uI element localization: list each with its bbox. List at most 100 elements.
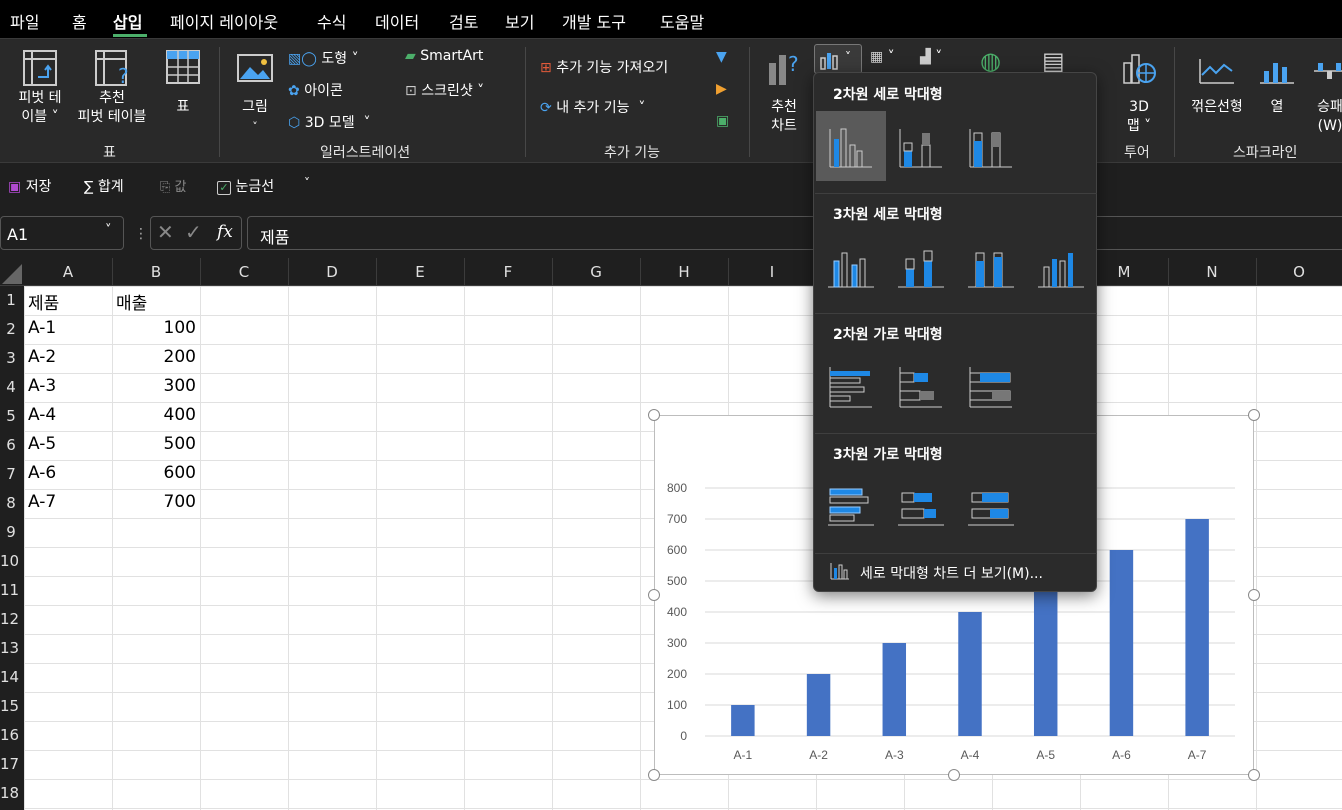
stacked-column-option[interactable] [886, 111, 956, 181]
stacked-bar-option[interactable] [886, 351, 956, 421]
get-addins-button[interactable]: ⊞ 추가 기능 가져오기 [540, 57, 668, 77]
row-header[interactable]: 13 [0, 639, 22, 657]
customize-qat-chevron-icon[interactable]: ˅ [304, 176, 310, 190]
table-button[interactable]: 표 [160, 47, 206, 129]
more-options-icon[interactable]: ⋮ [134, 226, 148, 242]
my-addins-button[interactable]: ⟳ 내 추가 기능 ˅ [540, 97, 645, 117]
cell[interactable]: A-1 [28, 318, 56, 338]
tab-home[interactable]: 홈 [72, 9, 87, 33]
row-header[interactable]: 10 [0, 552, 22, 570]
resize-handle[interactable] [948, 769, 960, 781]
cell[interactable]: A-5 [28, 434, 56, 454]
people-graph-icon[interactable]: ▣ [716, 113, 729, 129]
row-header[interactable]: 9 [0, 523, 22, 541]
recommended-pivot-button[interactable]: ? 추천 피벗 테이블 [70, 47, 154, 129]
3d-stacked-column-option[interactable] [886, 231, 956, 301]
column-header[interactable]: F [464, 263, 552, 281]
autosum-button[interactable]: ∑ 합계 [84, 176, 124, 196]
column-header[interactable]: C [200, 263, 288, 281]
column-header[interactable]: O [1256, 263, 1342, 281]
row-header[interactable]: 8 [0, 494, 22, 512]
row-header[interactable]: 11 [0, 581, 22, 599]
3d-map-button[interactable]: 3D 맵 ˅ [1118, 47, 1160, 134]
pivot-table-button[interactable]: 피벗 테 이블 ˅ [8, 47, 72, 129]
row-header[interactable]: 17 [0, 755, 22, 773]
more-column-charts-link[interactable]: 세로 막대형 차트 더 보기(M)... [860, 563, 1043, 583]
name-box[interactable]: A1 ˅ [0, 216, 124, 250]
tab-developer[interactable]: 개발 도구 [562, 9, 626, 33]
tab-data[interactable]: 데이터 [375, 9, 419, 33]
sparkline-winloss-button[interactable]: 승패 (W) [1310, 47, 1342, 134]
row-header[interactable]: 3 [0, 349, 22, 367]
cell[interactable]: A-2 [28, 347, 56, 367]
resize-handle[interactable] [648, 409, 660, 421]
resize-handle[interactable] [1248, 409, 1260, 421]
cell[interactable]: A-7 [28, 492, 56, 512]
cell[interactable]: A-4 [28, 405, 56, 425]
cell[interactable]: 500 [112, 434, 196, 454]
bing-icon[interactable]: ▶ [716, 81, 727, 97]
3d-column-option[interactable] [1026, 231, 1096, 301]
shapes-button[interactable]: ▧◯ 도형 ˅ [288, 48, 359, 68]
tab-help[interactable]: 도움말 [660, 9, 704, 33]
cell[interactable]: 400 [112, 405, 196, 425]
cell[interactable]: 100 [112, 318, 196, 338]
row-header[interactable]: 4 [0, 378, 22, 396]
recommended-charts-button[interactable]: ? 추천 차트 [758, 47, 810, 134]
resize-handle[interactable] [648, 589, 660, 601]
3d-clustered-bar-option[interactable] [816, 471, 886, 541]
tab-file[interactable]: 파일 [10, 9, 39, 33]
column-header[interactable]: E [376, 263, 464, 281]
waterfall-chart-button[interactable]: ▟ ˅ [920, 49, 942, 65]
column-chart-dropdown-button[interactable]: ˅ [814, 44, 862, 74]
tab-insert[interactable]: 삽입 [113, 9, 142, 33]
column-header[interactable]: N [1168, 263, 1256, 281]
3d-100-stacked-column-option[interactable] [956, 231, 1026, 301]
select-all-icon[interactable] [2, 264, 22, 284]
cancel-icon[interactable]: ✕ [157, 220, 174, 244]
row-header[interactable]: 2 [0, 320, 22, 338]
resize-handle[interactable] [648, 769, 660, 781]
3d-100-stacked-bar-option[interactable] [956, 471, 1026, 541]
3d-clustered-column-option[interactable] [816, 231, 886, 301]
3d-model-button[interactable]: ⬡ 3D 모델 ˅ [288, 112, 371, 132]
picture-button[interactable]: 그림 ˅ [232, 47, 278, 133]
row-header[interactable]: 7 [0, 465, 22, 483]
tab-view[interactable]: 보기 [505, 9, 534, 33]
row-header[interactable]: 5 [0, 407, 22, 425]
100-stacked-column-option[interactable] [956, 111, 1026, 181]
column-header[interactable]: H [640, 263, 728, 281]
visio-icon[interactable]: ▼ [716, 49, 727, 65]
clustered-bar-option[interactable] [816, 351, 886, 421]
cell[interactable]: 600 [112, 463, 196, 483]
cell[interactable]: 제품 [28, 289, 59, 314]
tab-formulas[interactable]: 수식 [317, 9, 346, 33]
sparkline-line-button[interactable]: 꺾은선형 [1184, 47, 1250, 129]
row-header[interactable]: 18 [0, 784, 22, 802]
enter-icon[interactable]: ✓ [185, 220, 202, 244]
cell[interactable]: 매출 [116, 289, 147, 314]
insert-function-icon[interactable]: fx [217, 222, 233, 242]
resize-handle[interactable] [1248, 589, 1260, 601]
cell[interactable]: A-3 [28, 376, 56, 396]
tab-page-layout[interactable]: 페이지 레이아웃 [170, 9, 278, 33]
save-button[interactable]: ▣ 저장 [8, 176, 51, 196]
maps-icon[interactable]: ◍ [980, 47, 1001, 75]
row-header[interactable]: 1 [0, 291, 22, 309]
column-header[interactable]: I [728, 263, 816, 281]
pivot-chart-icon[interactable]: ▤ [1042, 47, 1065, 75]
formula-input[interactable]: 제품 [247, 216, 1342, 250]
sparkline-column-button[interactable]: 열 [1256, 47, 1298, 129]
column-header[interactable]: G [552, 263, 640, 281]
3d-stacked-bar-option[interactable] [886, 471, 956, 541]
cell[interactable]: A-6 [28, 463, 56, 483]
hierarchy-chart-button[interactable]: ▦ ˅ [870, 49, 895, 65]
cell[interactable]: 200 [112, 347, 196, 367]
cell[interactable]: 300 [112, 376, 196, 396]
row-header[interactable]: 12 [0, 610, 22, 628]
resize-handle[interactable] [1248, 769, 1260, 781]
tab-review[interactable]: 검토 [449, 9, 478, 33]
smartart-button[interactable]: ▰ SmartArt [405, 48, 483, 64]
icons-button[interactable]: ✿ 아이콘 [288, 80, 343, 100]
column-header[interactable]: B [112, 263, 200, 281]
